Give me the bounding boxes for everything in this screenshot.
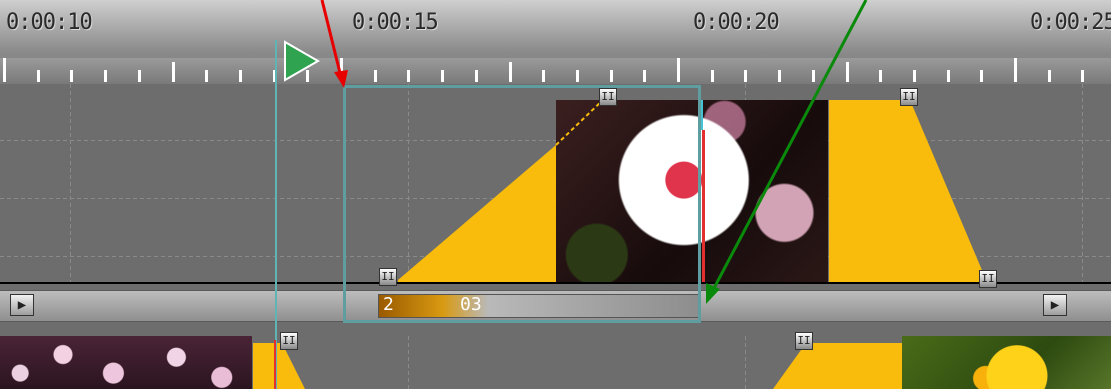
- timeline-editor: 0:00:10 0:00:15 0:00:20 0:00:25 ▶ ▶ 2 03…: [0, 0, 1111, 389]
- red-annotation-arrow: [320, 0, 343, 78]
- green-annotation-arrow: [710, 0, 868, 293]
- red-arrowhead: [334, 70, 348, 88]
- annotation-layer: [284, 0, 868, 304]
- play-icon: [284, 40, 321, 82]
- green-arrowhead: [706, 283, 720, 304]
